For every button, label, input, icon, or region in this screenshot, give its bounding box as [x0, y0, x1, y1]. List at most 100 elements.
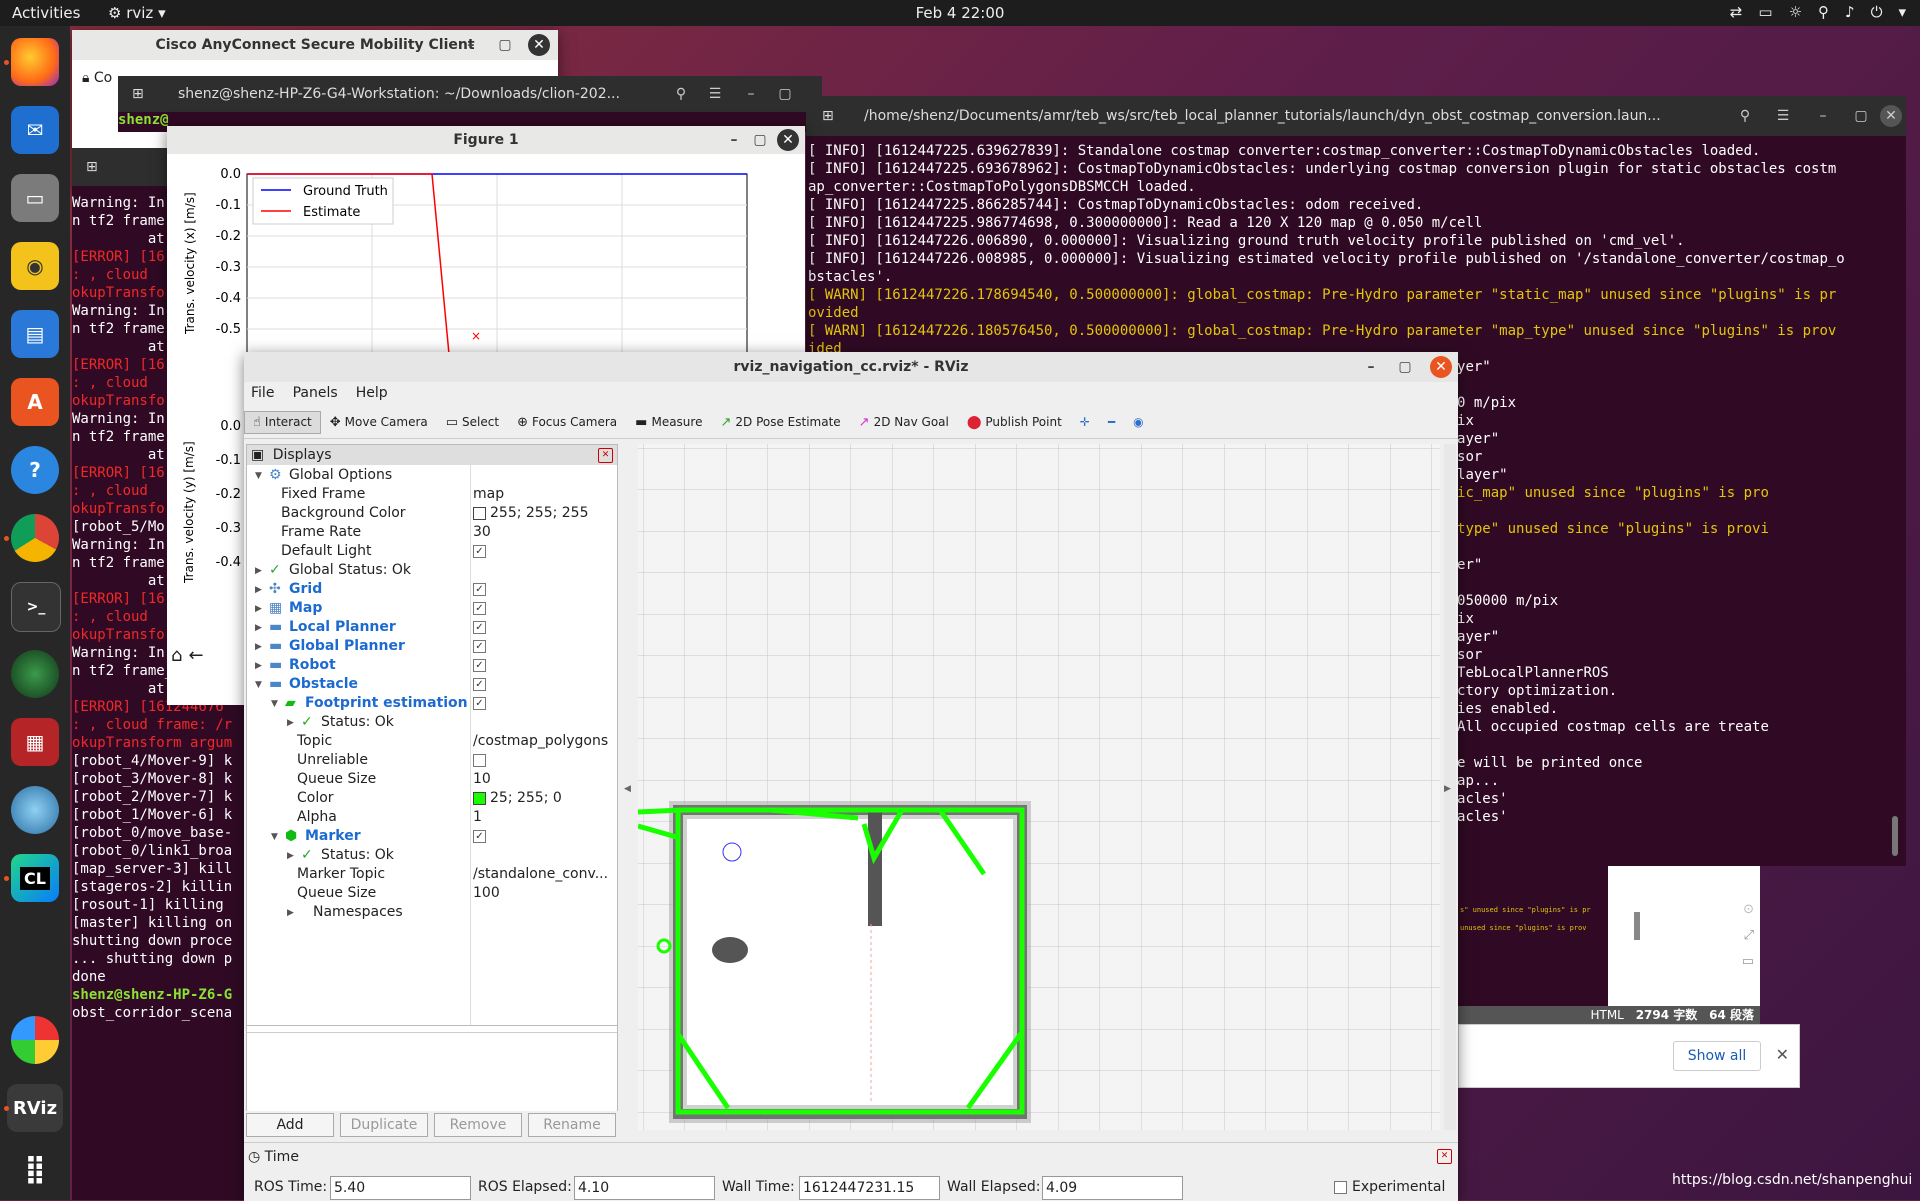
display-value[interactable]: 100: [473, 884, 500, 903]
left-terminal-titlebar[interactable]: ⊞ shenz@shenz-HP-Z6-G4-Workstation: ~/Do…: [118, 76, 822, 112]
close-icon[interactable]: ✕: [1437, 1149, 1452, 1164]
system-tray[interactable]: ⇄ ▭ ☼ ⚲ ♪ ⏻ ▾: [1730, 3, 1906, 21]
clion-icon[interactable]: CL: [11, 854, 59, 902]
display-value[interactable]: 255; 255; 255: [473, 504, 589, 523]
minimize-button[interactable]: –: [460, 34, 482, 56]
display-row[interactable]: ▶✓Global Status: Ok: [247, 561, 617, 580]
wall-time-field[interactable]: 1612447231.15: [799, 1176, 940, 1200]
power-icon[interactable]: ⏻: [1871, 3, 1883, 21]
display-row[interactable]: ▼▰Footprint estimation✓: [247, 694, 617, 713]
enable-checkbox[interactable]: ✓: [473, 621, 486, 634]
maximize-button[interactable]: ▢: [494, 34, 516, 56]
maximize-button[interactable]: ▢: [774, 83, 796, 105]
enable-checkbox[interactable]: ✓: [473, 602, 486, 615]
thunderbird-icon[interactable]: ✉: [11, 106, 59, 154]
display-row[interactable]: Queue Size10: [247, 770, 617, 789]
tool-2d-nav-goal[interactable]: ↗2D Nav Goal: [850, 411, 958, 434]
hamburger-menu-icon[interactable]: ☰: [1772, 105, 1794, 127]
figure-plot[interactable]: × 0.0-0.1-0.2-0.3-0.4-0.5 Trans. velocit…: [167, 154, 805, 353]
display-value[interactable]: /costmap_polygons: [473, 732, 608, 751]
teamviewer-icon[interactable]: ⇄: [1730, 3, 1743, 21]
experimental-checkbox[interactable]: [1334, 1181, 1347, 1194]
home-icon[interactable]: ⌂: [171, 645, 182, 666]
close-button[interactable]: ✕: [528, 34, 550, 56]
right-splitter[interactable]: ▶: [1444, 444, 1456, 1130]
figure-window[interactable]: Figure 1 – ▢ ✕ × 0.0-0.1-0.2-0.3-0.4-0.5…: [167, 126, 805, 353]
display-value[interactable]: ✓: [473, 599, 486, 618]
display-value[interactable]: ✓: [473, 618, 486, 637]
display-value[interactable]: 10: [473, 770, 491, 789]
display-row[interactable]: ▶▬Global Planner✓: [247, 637, 617, 656]
expanded-arrow-icon[interactable]: ▼: [271, 695, 278, 714]
wall-elapsed-field[interactable]: 4.09: [1042, 1176, 1183, 1200]
remove-button[interactable]: Remove: [434, 1113, 522, 1137]
tool-interact[interactable]: ☝Interact: [244, 411, 321, 434]
add-button[interactable]: Add: [246, 1113, 334, 1137]
back-arrow-icon[interactable]: ←: [188, 645, 203, 666]
minimize-button[interactable]: –: [1812, 105, 1834, 127]
display-value[interactable]: ✓: [473, 656, 486, 675]
locate-icon[interactable]: ⊙: [1743, 902, 1754, 917]
collapsed-arrow-icon[interactable]: ▶: [287, 847, 294, 866]
display-value[interactable]: [473, 751, 486, 770]
expanded-arrow-icon[interactable]: ▼: [255, 467, 262, 486]
search-icon[interactable]: ⚲: [1734, 105, 1756, 127]
rviz-icon[interactable]: RViz: [7, 1084, 63, 1132]
display-row[interactable]: Color25; 255; 0: [247, 789, 617, 808]
apps-grid-icon[interactable]: ⣿: [11, 1144, 59, 1192]
add-tab-icon[interactable]: ⊞: [86, 159, 98, 175]
display-row[interactable]: ▼⚙Global Options: [247, 466, 617, 485]
close-button[interactable]: ✕: [1430, 356, 1452, 378]
comment-icon[interactable]: ▭: [1742, 954, 1754, 969]
color-swatch[interactable]: [473, 507, 486, 520]
display-value[interactable]: ✓: [473, 637, 486, 656]
camera-icon[interactable]: [11, 650, 59, 698]
rhythmbox-icon[interactable]: ◉: [11, 242, 59, 290]
display-row[interactable]: ▶▬Local Planner✓: [247, 618, 617, 637]
volume-icon[interactable]: ♪: [1845, 3, 1855, 21]
help-icon[interactable]: ?: [11, 446, 59, 494]
software-icon[interactable]: A: [11, 378, 59, 426]
display-value[interactable]: ✓: [473, 580, 486, 599]
render-viewport[interactable]: [638, 444, 1440, 1130]
tool-2d-pose-estimate[interactable]: ↗2D Pose Estimate: [711, 411, 849, 434]
display-row[interactable]: ▶✓Status: Ok: [247, 846, 617, 865]
collapsed-arrow-icon[interactable]: ▶: [255, 600, 262, 619]
display-row[interactable]: Alpha1: [247, 808, 617, 827]
collapsed-arrow-icon[interactable]: ▶: [255, 581, 262, 600]
rename-button[interactable]: Rename: [528, 1113, 616, 1137]
close-button[interactable]: ✕: [777, 129, 799, 151]
brightness-icon[interactable]: ☼: [1789, 3, 1802, 21]
display-row[interactable]: Frame Rate30: [247, 523, 617, 542]
maximize-button[interactable]: ▢: [749, 129, 771, 151]
display-row[interactable]: ▼⬢Marker✓: [247, 827, 617, 846]
collapsed-arrow-icon[interactable]: ▶: [255, 638, 262, 657]
duplicate-button[interactable]: Duplicate: [340, 1113, 428, 1137]
close-icon[interactable]: ✕: [1776, 1045, 1789, 1064]
display-value[interactable]: map: [473, 485, 504, 504]
display-row[interactable]: Background Color255; 255; 255: [247, 504, 617, 523]
display-value[interactable]: 1: [473, 808, 482, 827]
maximize-button[interactable]: ▢: [1394, 356, 1416, 378]
display-row[interactable]: ▶▬Robot✓: [247, 656, 617, 675]
display-value[interactable]: ✓: [473, 675, 486, 694]
keyboard-icon[interactable]: ▭: [1758, 3, 1772, 21]
figure-titlebar[interactable]: Figure 1 – ▢ ✕: [167, 126, 805, 154]
minimize-button[interactable]: –: [740, 83, 762, 105]
maximize-button[interactable]: ▢: [1850, 105, 1872, 127]
display-row[interactable]: ▶Namespaces: [247, 903, 617, 922]
enable-checkbox[interactable]: ✓: [473, 545, 486, 558]
chevron-down-icon[interactable]: ▾: [1898, 3, 1906, 21]
collapsed-arrow-icon[interactable]: ▶: [255, 657, 262, 676]
add-tab-icon[interactable]: ⊞: [822, 108, 834, 124]
expanded-arrow-icon[interactable]: ▼: [255, 676, 262, 695]
cisco-titlebar[interactable]: Cisco AnyConnect Secure Mobility Client …: [72, 30, 558, 60]
search-icon[interactable]: ⚲: [670, 83, 692, 105]
display-row[interactable]: ▶✓Status: Ok: [247, 713, 617, 732]
display-value[interactable]: /standalone_conv...: [473, 865, 608, 884]
writer-icon[interactable]: ▤: [11, 310, 59, 358]
tool-select[interactable]: ▭Select: [437, 411, 508, 434]
display-value[interactable]: 25; 255; 0: [473, 789, 562, 808]
enable-checkbox[interactable]: ✓: [473, 678, 486, 691]
collapsed-arrow-icon[interactable]: ▶: [255, 562, 262, 581]
